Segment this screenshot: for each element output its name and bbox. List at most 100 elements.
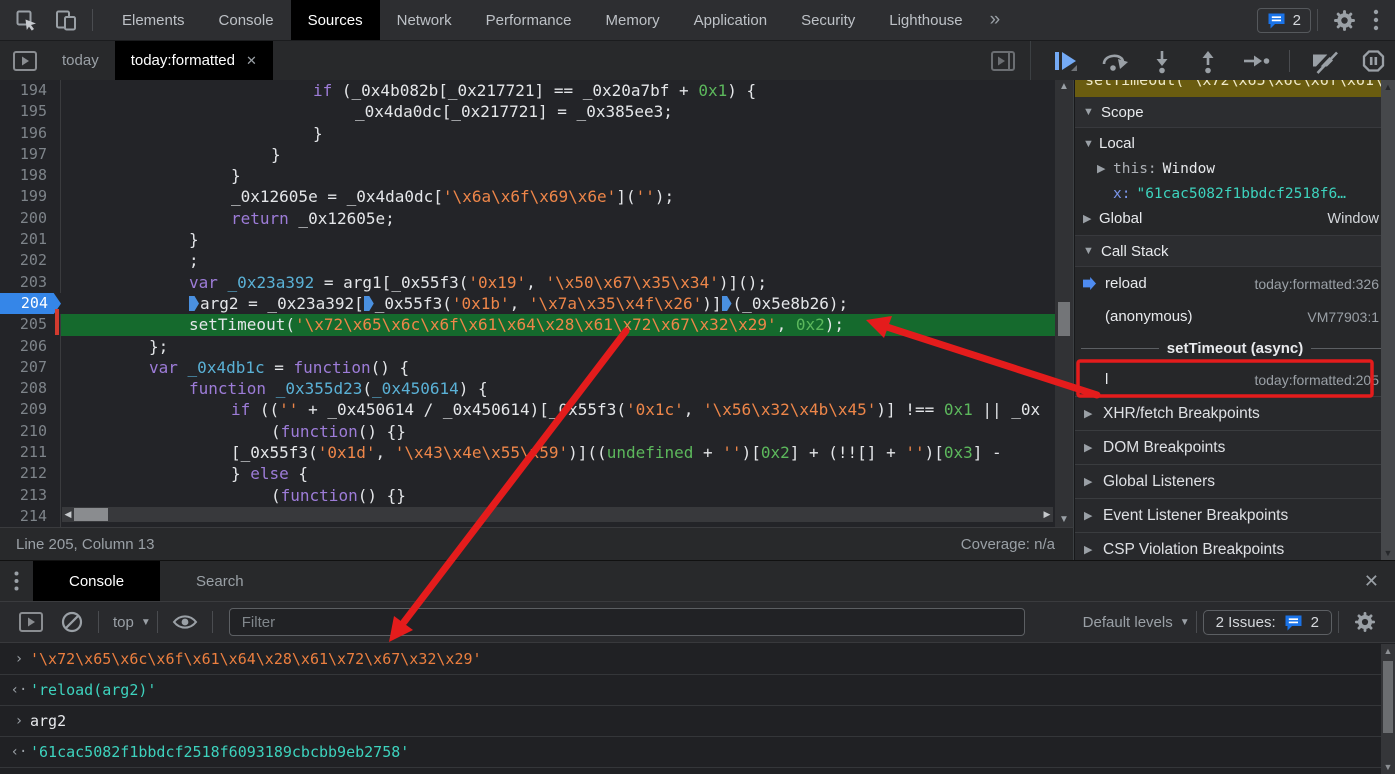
console-scrollbar[interactable]: ▲ ▼ (1381, 644, 1395, 774)
call-stack-frame-l[interactable]: ltoday:formatted:205 (1075, 363, 1395, 396)
tab-sources[interactable]: Sources (291, 0, 380, 40)
scroll-up-icon[interactable]: ▲ (1381, 646, 1395, 656)
line-number-198[interactable]: 198 (0, 165, 61, 186)
scroll-down-icon[interactable]: ▼ (1055, 513, 1073, 527)
log-levels-selector[interactable]: Default levels (1083, 614, 1173, 631)
hscroll-thumb[interactable] (74, 508, 108, 521)
line-number-196[interactable]: 196 (0, 123, 61, 144)
console-input-entry[interactable]: ›arg2 (0, 706, 1381, 737)
scope-prop-this[interactable]: ▶this:Window (1075, 156, 1395, 181)
code-text-206[interactable]: }; (61, 336, 1055, 357)
line-number-208[interactable]: 208 (0, 378, 61, 399)
drawer-kebab-icon[interactable] (0, 561, 33, 601)
line-number-203[interactable]: 203 (0, 272, 61, 293)
scroll-up-icon[interactable]: ▲ (1055, 80, 1073, 94)
code-text-213[interactable]: (function() {} (61, 485, 1055, 506)
console-issues-badge[interactable]: 2 Issues: 2 (1203, 610, 1332, 635)
code-text-209[interactable]: if (('' + _0x450614 / _0x450614)[_0x55f3… (61, 399, 1055, 420)
console-result-entry[interactable]: ‹·'61cac5082f1bbdcf2518f6093189cbcbb9eb2… (0, 737, 1381, 768)
line-number-202[interactable]: 202 (0, 250, 61, 271)
tab-performance[interactable]: Performance (469, 0, 589, 40)
line-number-199[interactable]: 199 (0, 186, 61, 207)
code-text-197[interactable]: } (61, 144, 1055, 165)
scope-group-local[interactable]: ▼Local (1075, 131, 1395, 156)
settings-gear-icon[interactable] (1324, 8, 1365, 33)
scope-section-header[interactable]: ▼ Scope (1075, 97, 1395, 128)
result-arrow-icon[interactable]: ‹· (8, 682, 30, 698)
code-text-203[interactable]: var _0x23a392 = arg1[_0x55f3('0x19', '\x… (61, 272, 1055, 293)
close-drawer-icon[interactable]: ✕ (1348, 561, 1395, 601)
code-text-212[interactable]: } else { (61, 463, 1055, 484)
line-number-210[interactable]: 210 (0, 421, 61, 442)
panel-toggle-icon[interactable] (990, 41, 1016, 80)
resume-script-button[interactable] (1043, 48, 1087, 74)
result-arrow-icon[interactable]: ‹· (8, 744, 30, 760)
section-event-listener-breakpoints[interactable]: ▶Event Listener Breakpoints (1075, 498, 1395, 532)
line-number-209[interactable]: 209 (0, 399, 61, 420)
line-number-205[interactable]: 205 (0, 314, 61, 335)
inline-breakpoint-marker[interactable] (189, 296, 199, 311)
line-number-195[interactable]: 195 (0, 101, 61, 122)
issues-badge[interactable]: 2 (1257, 8, 1311, 33)
step-into-button[interactable] (1141, 48, 1183, 74)
live-expression-eye-icon[interactable] (164, 612, 206, 632)
tab-security[interactable]: Security (784, 0, 872, 40)
scroll-right-icon[interactable]: ▶ (1041, 509, 1053, 520)
tab-console[interactable]: Console (202, 0, 291, 40)
step-button[interactable] (1233, 48, 1279, 74)
line-number-197[interactable]: 197 (0, 144, 61, 165)
call-stack-frame-reload[interactable]: reloadtoday:formatted:326 (1075, 267, 1395, 300)
inline-breakpoint-marker[interactable] (722, 296, 732, 311)
line-number-200[interactable]: 200 (0, 208, 61, 229)
code-text-205[interactable]: setTimeout('\x72\x65\x6c\x6f\x61\x64\x28… (61, 314, 1055, 335)
scope-group-global[interactable]: ▶GlobalWindow (1075, 206, 1395, 231)
clear-console-icon[interactable] (52, 610, 92, 634)
source-editor[interactable]: 194if (_0x4b082b[_0x217721] == _0x20a7bf… (0, 80, 1074, 527)
pause-on-exceptions-button[interactable] (1352, 48, 1395, 74)
scroll-down-icon[interactable]: ▼ (1381, 762, 1395, 772)
code-text-210[interactable]: (function() {} (61, 421, 1055, 442)
console-tab-console[interactable]: Console (33, 561, 160, 601)
tab-memory[interactable]: Memory (589, 0, 677, 40)
scroll-up-icon[interactable]: ▲ (1381, 82, 1395, 92)
code-text-202[interactable]: ; (61, 250, 1055, 271)
console-tab-search[interactable]: Search (160, 561, 280, 601)
code-text-207[interactable]: var _0x4db1c = function() { (61, 357, 1055, 378)
console-scroll-thumb[interactable] (1383, 661, 1393, 733)
scope-prop-x[interactable]: x:"61cac5082f1bbdcf2518f6… (1075, 181, 1395, 206)
console-sidebar-toggle-icon[interactable] (10, 611, 52, 633)
line-number-213[interactable]: 213 (0, 485, 61, 506)
deactivate-breakpoints-button[interactable] (1300, 48, 1348, 74)
console-input-entry[interactable]: ›'\x72\x65\x6c\x6f\x61\x64\x28\x61\x72\x… (0, 644, 1381, 675)
console-result-entry[interactable]: ‹·'reload(arg2)' (0, 675, 1381, 706)
code-text-198[interactable]: } (61, 165, 1055, 186)
editor-horizontal-scrollbar[interactable]: ◀ ▶ (62, 507, 1053, 522)
file-tab-today[interactable]: today (46, 41, 115, 80)
console-filter-input[interactable] (229, 608, 1025, 636)
tab-elements[interactable]: Elements (105, 0, 202, 40)
line-number-212[interactable]: 212 (0, 463, 61, 484)
line-number-206[interactable]: 206 (0, 336, 61, 357)
vscroll-thumb[interactable] (1058, 302, 1070, 336)
kebab-menu-icon[interactable] (1365, 9, 1387, 31)
navigator-toggle-icon[interactable] (4, 41, 46, 80)
console-settings-gear-icon[interactable] (1345, 610, 1385, 634)
section-dom-breakpoints[interactable]: ▶DOM Breakpoints (1075, 430, 1395, 464)
step-out-button[interactable] (1187, 48, 1229, 74)
line-number-214[interactable]: 214 (0, 506, 61, 527)
tab-application[interactable]: Application (677, 0, 784, 40)
call-stack-frame-anonymous[interactable]: (anonymous)VM77903:1 (1075, 300, 1395, 333)
line-number-194[interactable]: 194 (0, 80, 61, 101)
input-chevron-icon[interactable]: › (8, 651, 30, 667)
sidebar-scrollbar[interactable]: ▲ ▼ (1381, 80, 1395, 560)
section-xhr-fetch-breakpoints[interactable]: ▶XHR/fetch Breakpoints (1075, 396, 1395, 430)
line-number-201[interactable]: 201 (0, 229, 61, 250)
step-over-button[interactable] (1091, 48, 1137, 74)
inline-breakpoint-marker[interactable] (364, 296, 374, 311)
scroll-down-icon[interactable]: ▼ (1381, 548, 1395, 558)
code-text-211[interactable]: [_0x55f3('0x1d', '\x43\x4e\x55\x59')]((u… (61, 442, 1055, 463)
section-global-listeners[interactable]: ▶Global Listeners (1075, 464, 1395, 498)
context-selector[interactable]: top (113, 614, 134, 631)
file-tab-today-formatted[interactable]: today:formatted✕ (115, 41, 273, 80)
call-stack-section-header[interactable]: ▼ Call Stack (1075, 236, 1395, 267)
